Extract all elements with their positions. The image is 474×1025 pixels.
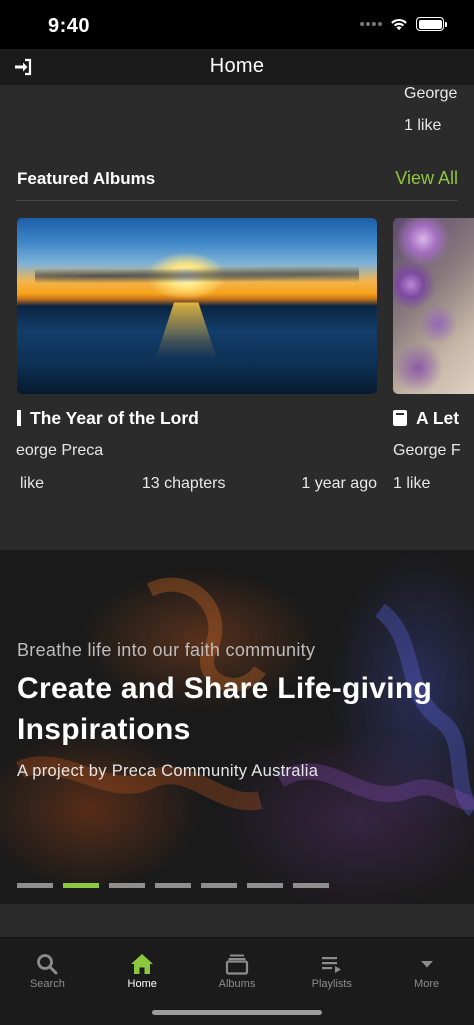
album-likes: 1 like [393,475,431,492]
tab-label: Albums [218,978,256,990]
battery-icon [416,17,447,31]
banner-pager[interactable] [17,883,329,888]
book-icon [17,410,21,426]
banner-kicker: Breathe life into our faith community [17,640,316,660]
album-cover-image[interactable] [17,218,377,394]
bottom-tab-bar: Search Home Albums Playlists More [0,937,474,1025]
status-time: 9:40 [48,15,91,37]
album-chapters: 13 chapters [141,475,226,492]
pager-dot[interactable] [247,883,283,888]
album-likes: like [20,475,45,492]
chevron-down-icon [420,961,433,968]
previous-item-author: George [404,85,458,102]
tab-more[interactable]: More [379,938,474,998]
album-card[interactable]: A Let George F 1 like [393,218,474,497]
wifi-icon [391,18,407,31]
tab-albums[interactable]: Albums [190,938,285,998]
tab-playlists[interactable]: Playlists [284,938,379,998]
search-icon [37,954,58,975]
status-bar: 9:40 [0,0,474,49]
featured-albums-title: Featured Albums [17,169,156,188]
previous-item-likes: 1 like [404,117,442,134]
pager-dot[interactable] [293,883,329,888]
album-title: A Let [416,407,460,428]
album-age: 1 year ago [301,475,377,492]
hero-banner[interactable]: Breathe life into our faith community Cr… [0,550,474,904]
pager-dot[interactable] [155,883,191,888]
status-icons [360,17,447,31]
banner-heading: Create and Share Life-giving Inspiration… [17,672,433,746]
pager-dot[interactable] [109,883,145,888]
albums-icon [225,954,249,975]
nav-header: Home [0,49,474,85]
album-cover-image[interactable] [393,218,474,394]
cellular-signal-icon [360,22,382,26]
tab-label: Search [29,978,65,990]
album-card[interactable]: The Year of the Lord eorge Preca like 13… [16,218,377,497]
home-indicator [152,1010,322,1015]
tab-label: Home [127,978,157,990]
album-meta: 1 like [393,475,474,497]
album-title-row: A Let [393,406,474,430]
album-author: George F [393,442,461,459]
banner-subtitle: A project by Preca Community Australia [17,762,319,780]
section-divider [16,200,458,201]
tab-label: More [414,978,440,990]
home-icon [131,954,154,974]
tab-search[interactable]: Search [0,938,95,998]
album-author: eorge Preca [16,442,104,459]
main-content[interactable]: George 1 like Featured Albums View All T… [0,85,474,937]
album-title: The Year of the Lord [30,407,199,428]
view-all-link[interactable]: View All [395,168,458,189]
book-icon [393,410,407,426]
tab-label: Playlists [311,978,352,990]
album-title-row: The Year of the Lord [17,406,377,430]
pager-dot-active[interactable] [63,883,99,888]
pager-dot[interactable] [201,883,237,888]
page-title: Home [209,55,265,77]
tab-home[interactable]: Home [95,938,190,998]
album-meta: like 13 chapters 1 year ago [17,475,377,497]
playlists-icon [321,957,341,973]
pager-dot[interactable] [17,883,53,888]
